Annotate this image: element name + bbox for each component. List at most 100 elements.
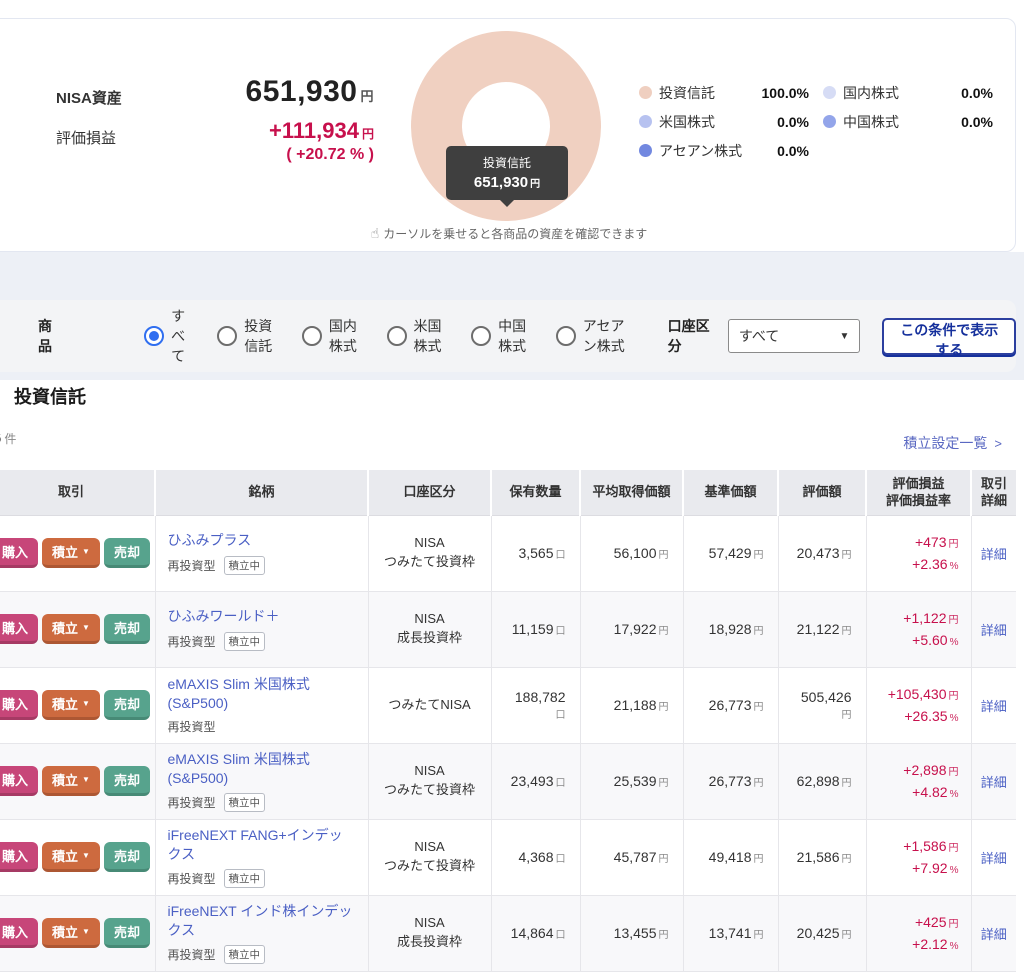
detail-link[interactable]: 詳細 <box>981 699 1007 714</box>
asset-legend: 投資信託100.0%国内株式0.0%米国株式0.0%中国株式0.0%アセアン株式… <box>639 83 1007 160</box>
detail-link[interactable]: 詳細 <box>981 927 1007 942</box>
fund-name-link[interactable]: eMAXIS Slim 米国株式(S&P500) <box>168 750 356 786</box>
product-radio-option[interactable]: 中国株式 <box>471 316 533 356</box>
account-type-select[interactable]: すべて ▼ <box>728 319 861 353</box>
pl-percent: +2.36% <box>879 553 959 575</box>
sell-button[interactable]: 売却 <box>104 690 150 720</box>
numeric-cell: 11,159口 <box>491 591 580 667</box>
column-header: 口座区分 <box>368 470 491 515</box>
tsumitate-settings-link[interactable]: 積立設定一覧> <box>903 433 1002 453</box>
profit-loss-cell: +425円+2.12% <box>866 895 971 971</box>
cell-value: 56,100 <box>614 545 657 561</box>
table-row: 購入積立▼売却 iFreeNEXT インド株インデックス再投資型積立中 NISA成長… <box>0 895 1016 971</box>
numeric-cell: 25,539円 <box>580 743 683 819</box>
buy-button[interactable]: 購入 <box>0 690 38 720</box>
account-type-cell: NISAつみたて投資枠 <box>368 743 491 819</box>
radio-button-icon[interactable] <box>217 326 237 346</box>
radio-button-icon[interactable] <box>302 326 322 346</box>
column-header: 基準価額 <box>683 470 778 515</box>
column-header: 取引詳細 <box>971 470 1016 515</box>
numeric-cell: 17,922円 <box>580 591 683 667</box>
tsumitate-button[interactable]: 積立▼ <box>42 842 100 872</box>
table-row: 購入積立▼売却eMAXIS Slim 米国株式(S&P500)再投資型つみたてN… <box>0 667 1016 743</box>
asset-label: NISA資産 <box>56 87 122 108</box>
tsumitate-button[interactable]: 積立▼ <box>42 614 100 644</box>
pl-amount-value: +105,430 <box>888 686 947 702</box>
fund-name-link[interactable]: iFreeNEXT FANG+インデックス <box>168 826 356 862</box>
numeric-cell: 45,787円 <box>580 819 683 895</box>
tooltip-category: 投資信託 <box>452 154 562 171</box>
fund-type-label: 再投資型 <box>168 557 216 574</box>
cell-value: 3,565 <box>518 545 553 561</box>
caret-down-icon: ▼ <box>82 547 90 556</box>
radio-button-icon[interactable] <box>144 326 164 346</box>
detail-link[interactable]: 詳細 <box>981 851 1007 866</box>
tsumitate-button[interactable]: 積立▼ <box>42 918 100 948</box>
account-type-cell: NISA成長投資枠 <box>368 895 491 971</box>
buy-button[interactable]: 購入 <box>0 842 38 872</box>
detail-cell: 詳細 <box>971 515 1016 591</box>
radio-button-icon[interactable] <box>556 326 576 346</box>
cell-value: 14,864 <box>511 925 554 941</box>
pointer-hand-icon: ☝ <box>371 225 380 241</box>
fund-type-label: 再投資型 <box>168 794 216 811</box>
fund-name-link[interactable]: ひふみワールド＋ <box>168 607 356 625</box>
tsumitate-button[interactable]: 積立▼ <box>42 766 100 796</box>
buy-button[interactable]: 購入 <box>0 614 38 644</box>
sell-button[interactable]: 売却 <box>104 842 150 872</box>
tsumitate-button[interactable]: 積立▼ <box>42 690 100 720</box>
numeric-cell: 20,425円 <box>778 895 866 971</box>
legend-percent: 0.0% <box>961 85 1007 101</box>
tsumitate-active-badge: 積立中 <box>224 945 266 964</box>
legend-item: 米国株式0.0% <box>639 112 823 131</box>
buy-button[interactable]: 購入 <box>0 918 38 948</box>
cell-unit: 円 <box>754 626 764 637</box>
cell-unit: 円 <box>754 930 764 941</box>
fund-cell: iFreeNEXT FANG+インデックス再投資型積立中 <box>155 819 368 895</box>
product-radio-option[interactable]: 投資信託 <box>217 316 279 356</box>
radio-button-icon[interactable] <box>387 326 407 346</box>
apply-filter-button[interactable]: この条件で表示する <box>882 318 1016 355</box>
radio-option-label: 中国株式 <box>498 316 533 356</box>
product-radio-option[interactable]: すべて <box>144 306 194 366</box>
pl-percent-value: +7.92 <box>912 860 947 876</box>
sell-button[interactable]: 売却 <box>104 766 150 796</box>
product-radio-option[interactable]: 米国株式 <box>387 316 449 356</box>
legend-dot-icon <box>639 86 652 99</box>
product-radio-option[interactable]: 国内株式 <box>302 316 364 356</box>
account-type-cell: NISAつみたて投資枠 <box>368 515 491 591</box>
detail-link[interactable]: 詳細 <box>981 775 1007 790</box>
detail-cell: 詳細 <box>971 743 1016 819</box>
sell-button[interactable]: 売却 <box>104 538 150 568</box>
fund-name-link[interactable]: eMAXIS Slim 米国株式(S&P500) <box>168 675 356 711</box>
product-radio-option[interactable]: アセアン株式 <box>556 316 638 356</box>
pl-amount-unit: 円 <box>949 843 959 854</box>
radio-button-icon[interactable] <box>471 326 491 346</box>
numeric-cell: 57,429円 <box>683 515 778 591</box>
radio-option-label: すべて <box>171 306 194 366</box>
asset-donut-chart[interactable]: 投資信託 651,930円 <box>411 31 601 221</box>
detail-link[interactable]: 詳細 <box>981 623 1007 638</box>
fund-type-label: 再投資型 <box>168 946 216 963</box>
radio-option-label: アセアン株式 <box>583 316 638 356</box>
action-buttons: 購入積立▼売却 <box>0 614 155 644</box>
cell-value: 505,426 <box>801 689 852 705</box>
detail-link[interactable]: 詳細 <box>981 547 1007 562</box>
radio-option-label: 投資信託 <box>244 316 279 356</box>
cell-unit: 円 <box>754 778 764 789</box>
result-count: 6件 <box>0 430 16 447</box>
pl-amount-unit: 円 <box>949 767 959 778</box>
buy-button[interactable]: 購入 <box>0 538 38 568</box>
sell-button[interactable]: 売却 <box>104 918 150 948</box>
detail-cell: 詳細 <box>971 667 1016 743</box>
buy-button[interactable]: 購入 <box>0 766 38 796</box>
cell-unit: 円 <box>842 626 852 637</box>
sell-button[interactable]: 売却 <box>104 614 150 644</box>
fund-name-link[interactable]: iFreeNEXT インド株インデックス <box>168 902 356 938</box>
fund-name-link[interactable]: ひふみプラス <box>168 531 356 549</box>
cell-unit: 円 <box>842 854 852 865</box>
pl-amount-value: +473 <box>915 534 947 550</box>
pl-amount: +425円 <box>879 911 959 933</box>
tsumitate-button[interactable]: 積立▼ <box>42 538 100 568</box>
pl-amount-value: +425 <box>915 914 947 930</box>
